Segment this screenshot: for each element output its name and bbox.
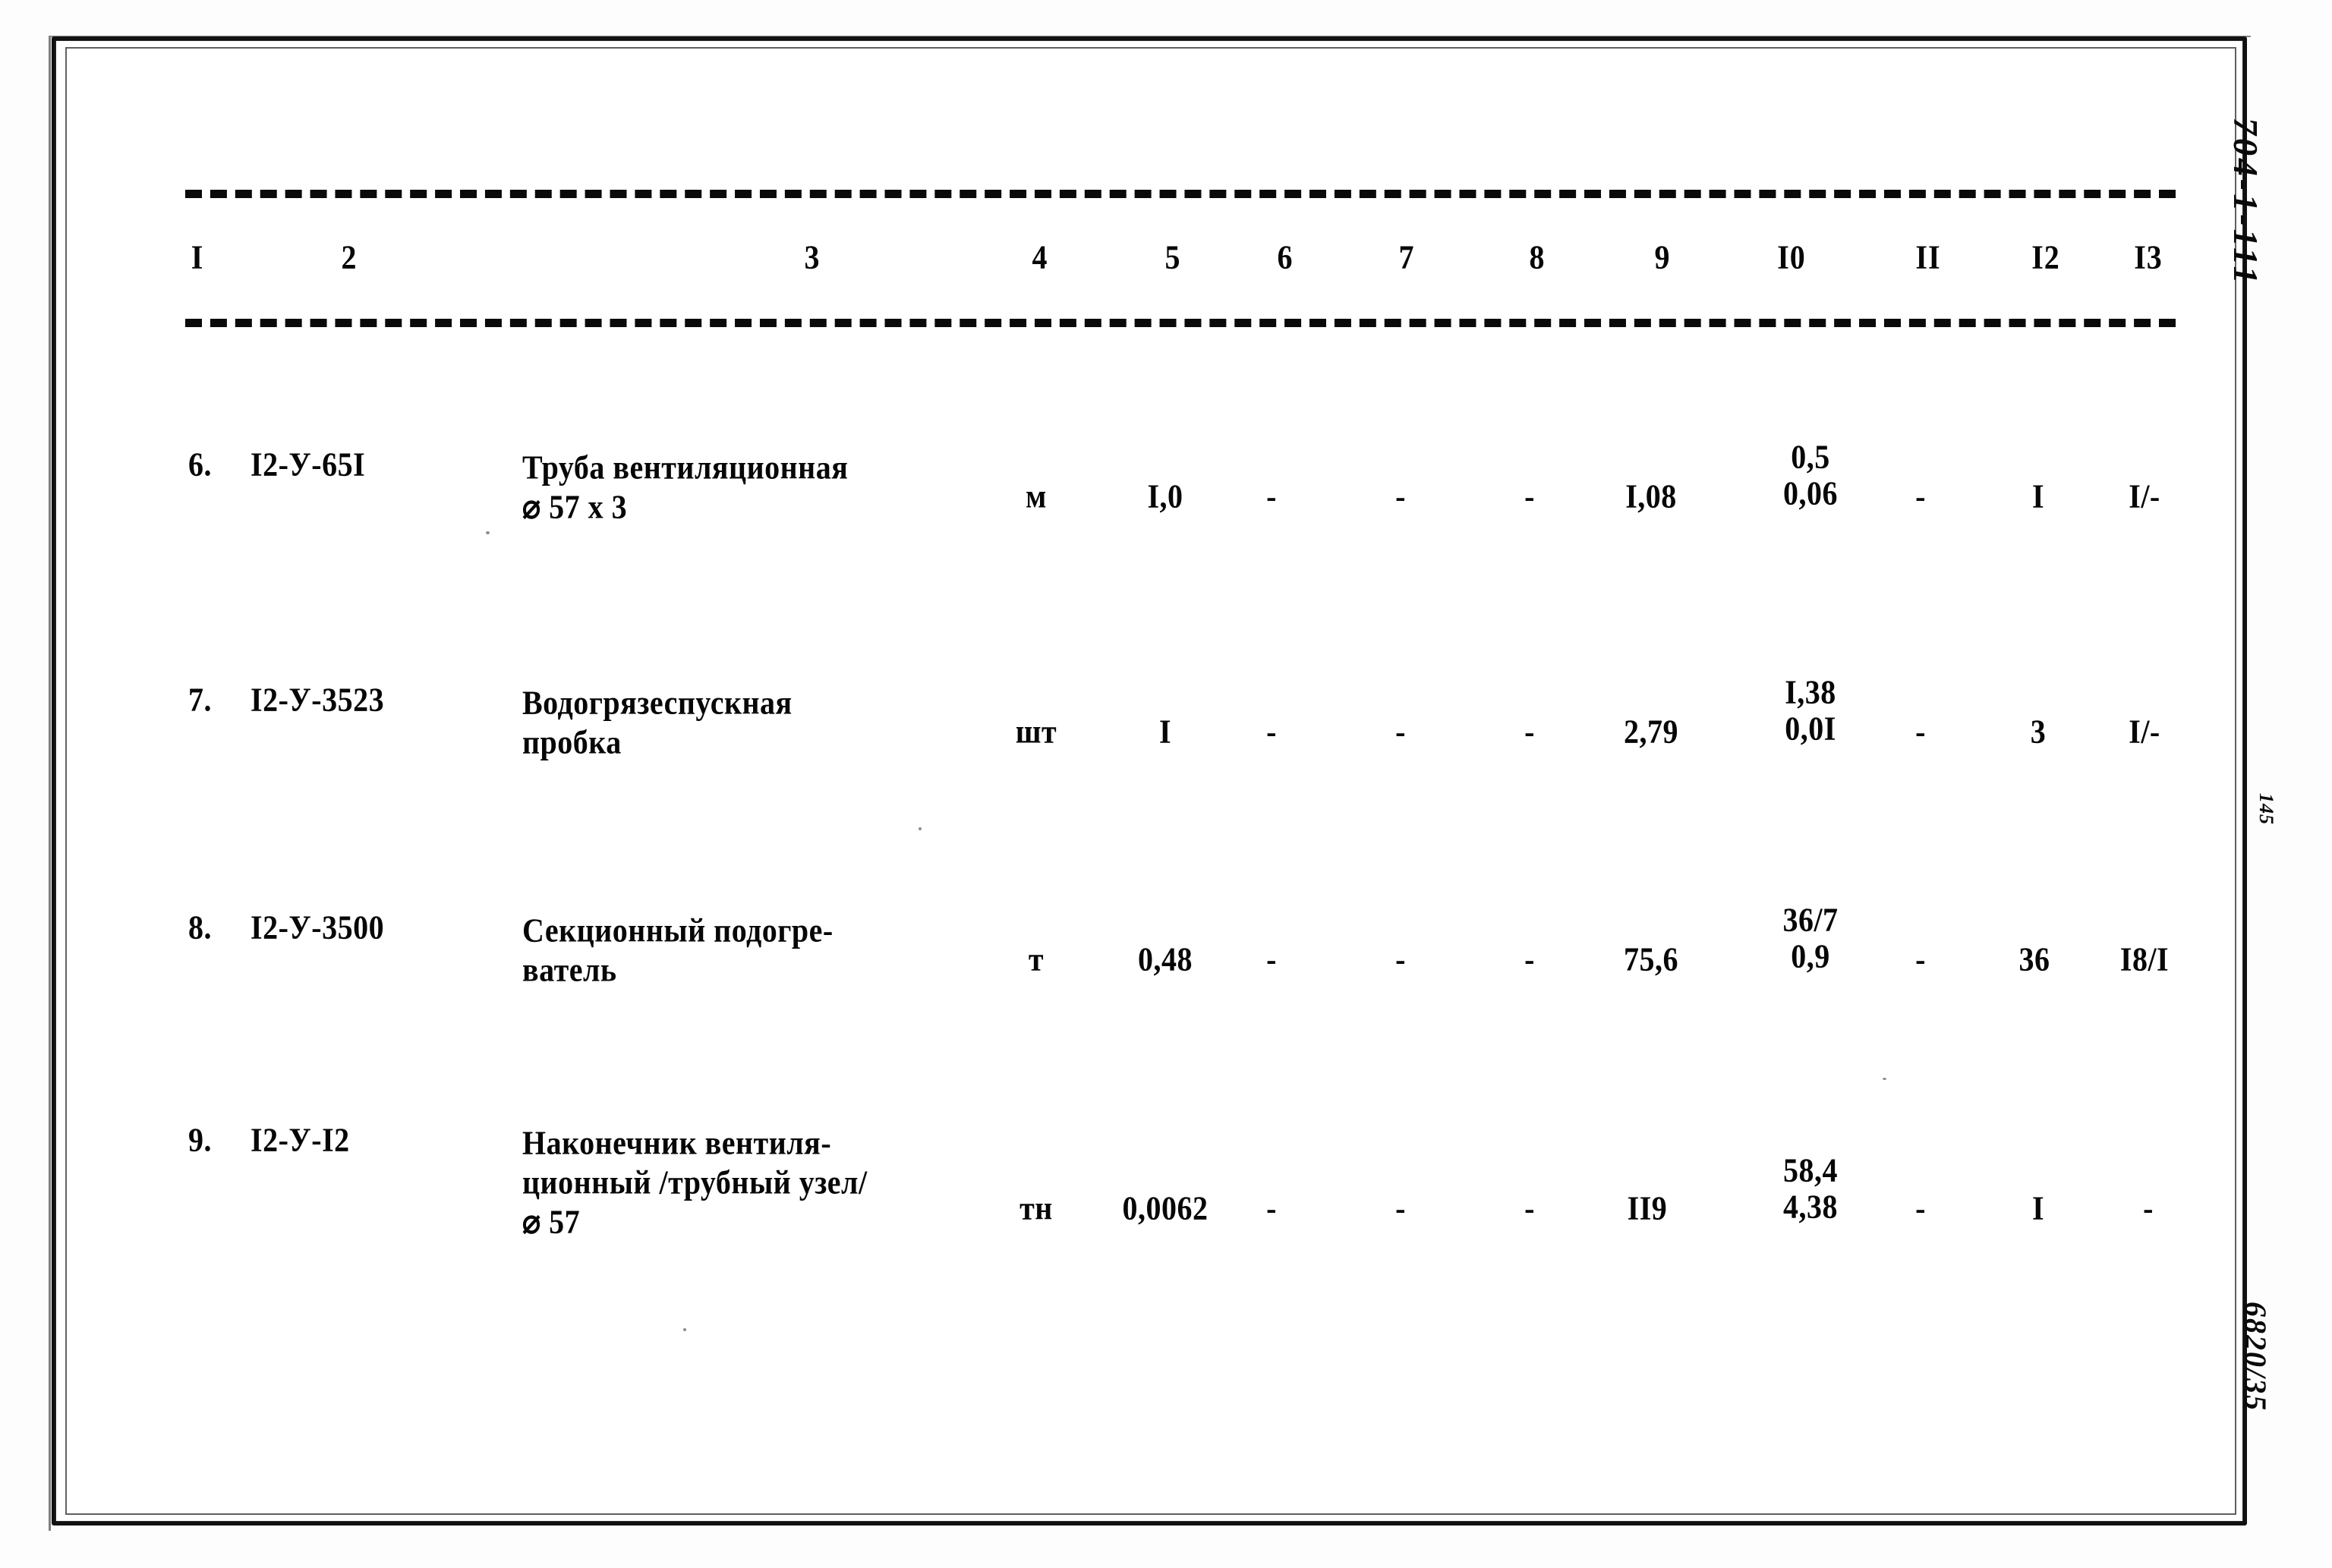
row-col9: 2,79: [1624, 712, 1678, 751]
margin-catalog-code: 704-1-111: [2226, 118, 2265, 287]
scanned-page: I 2 3 4 5 6 7 8 9 I0 II I2 I3 6. I2-У-65…: [0, 0, 2332, 1568]
row-col13: I/-: [2129, 477, 2160, 515]
row-col6: -: [1266, 1189, 1277, 1227]
margin-bottom-mark: 6820/35: [2239, 1302, 2273, 1412]
column-header-1: I: [191, 238, 204, 276]
column-header-3: 3: [804, 238, 821, 276]
scan-speck: [1883, 1078, 1886, 1080]
row-col5: 0,0062: [1122, 1189, 1209, 1227]
row-col11: -: [1915, 940, 1926, 978]
row-code: I2-У-I2: [251, 1120, 350, 1159]
row-col10-top: 58,4: [1783, 1151, 1838, 1189]
row-col10-bottom: 0,0I: [1785, 709, 1836, 748]
column-header-2: 2: [341, 238, 358, 276]
header-dashed-rule-top: [185, 190, 2176, 198]
column-header-6: 6: [1277, 238, 1294, 276]
row-col10-bottom: 4,38: [1783, 1187, 1838, 1226]
row-col10-bottom: 0,9: [1791, 937, 1830, 975]
row-col7: -: [1395, 712, 1406, 751]
row-name-line2: ⌀ 57 х 3: [522, 487, 628, 526]
row-col5: 0,48: [1138, 940, 1193, 978]
row-col9: II9: [1627, 1189, 1668, 1227]
row-col11: -: [1915, 1189, 1926, 1227]
row-col7: -: [1395, 940, 1406, 978]
column-header-7: 7: [1398, 238, 1415, 276]
column-header-10: I0: [1777, 238, 1806, 276]
row-col7: -: [1395, 1189, 1406, 1227]
row-code: I2-У-65I: [251, 445, 366, 483]
row-col10-top: 0,5: [1791, 437, 1830, 476]
row-number: 7.: [188, 680, 212, 719]
row-col10-top: 36/7: [1782, 900, 1839, 939]
margin-page-mark: 145: [2255, 793, 2277, 825]
row-col12: I: [2031, 477, 2045, 515]
row-col9: I,08: [1625, 477, 1677, 515]
row-unit: тн: [1019, 1189, 1053, 1227]
row-col12: I: [2031, 1189, 2045, 1227]
column-header-9: 9: [1654, 238, 1671, 276]
row-name-line3: ⌀ 57: [522, 1202, 581, 1241]
row-unit: шт: [1015, 712, 1057, 751]
row-col6: -: [1266, 712, 1277, 751]
row-col7: -: [1395, 477, 1406, 515]
row-col5: I: [1158, 712, 1172, 751]
row-name-line2: ватель: [522, 950, 617, 989]
scan-speck: [683, 1328, 686, 1331]
row-number: 8.: [188, 908, 212, 946]
row-col8: -: [1524, 1189, 1535, 1227]
row-col13: I/-: [2129, 712, 2160, 751]
row-col11: -: [1915, 477, 1926, 515]
row-col12: 36: [2018, 940, 2050, 978]
column-header-8: 8: [1529, 238, 1546, 276]
column-header-11: II: [1915, 238, 1941, 276]
row-unit: т: [1028, 940, 1045, 978]
header-dashed-rule-bottom: [185, 319, 2176, 327]
row-col8: -: [1524, 477, 1535, 515]
row-col10-top: I,38: [1785, 672, 1836, 711]
row-col9: 75,6: [1624, 940, 1678, 978]
row-col6: -: [1266, 477, 1277, 515]
scan-speck: [486, 531, 490, 534]
row-unit: м: [1026, 477, 1047, 515]
row-col13: I8/I: [2119, 940, 2170, 978]
scan-speck: [919, 827, 922, 830]
row-col11: -: [1915, 712, 1926, 751]
row-col8: -: [1524, 712, 1535, 751]
column-header-13: I3: [2134, 238, 2163, 276]
row-number: 9.: [188, 1120, 212, 1159]
column-header-4: 4: [1032, 238, 1048, 276]
row-number: 6.: [188, 445, 212, 483]
row-col5: I,0: [1147, 477, 1183, 515]
row-col6: -: [1266, 940, 1277, 978]
row-code: I2-У-3500: [251, 908, 385, 946]
row-col12: 3: [2030, 712, 2047, 751]
row-col13: -: [2143, 1189, 2154, 1227]
column-header-5: 5: [1164, 238, 1181, 276]
row-col8: -: [1524, 940, 1535, 978]
column-header-12: I2: [2031, 238, 2060, 276]
row-code: I2-У-3523: [251, 680, 385, 719]
row-col10-bottom: 0,06: [1783, 474, 1838, 512]
row-name-line2: пробка: [522, 723, 622, 761]
